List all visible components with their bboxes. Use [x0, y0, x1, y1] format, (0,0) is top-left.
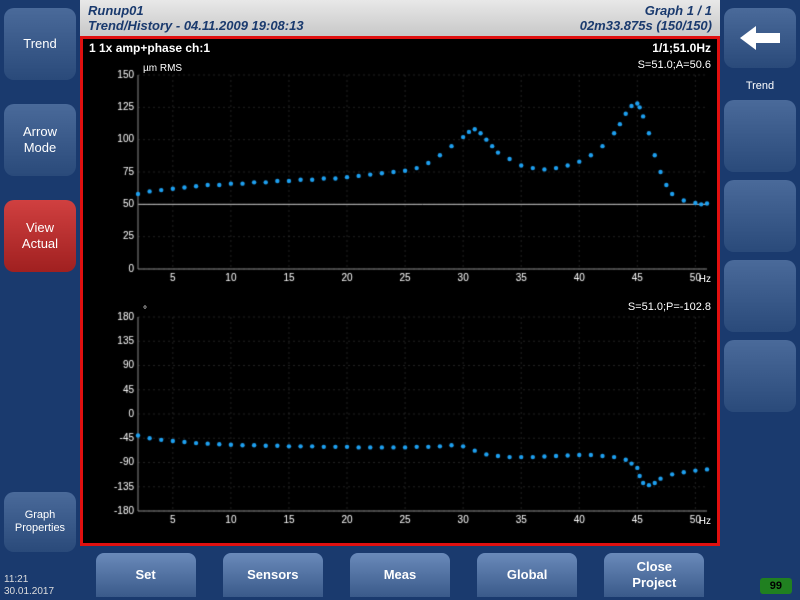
bottom-btn-set[interactable]: Set [96, 553, 196, 597]
chart-title-left: 1 1x amp+phase ch:1 [89, 41, 210, 55]
arrow-left-icon [740, 24, 780, 52]
timestamp: Trend/History - 04.11.2009 19:08:13 [88, 18, 304, 33]
chart0-annotation: S=51.0;A=50.6 [638, 59, 711, 71]
left-btn-trend[interactable]: Trend [4, 8, 76, 80]
right-slot-4[interactable] [724, 340, 796, 412]
bottom-btn-meas[interactable]: Meas [350, 553, 450, 597]
chart1-xlabel: Hz [699, 516, 711, 527]
amplitude-chart: µm RMS S=51.0;A=50.6 Hz [83, 57, 717, 299]
status-badge: 99 [760, 578, 792, 594]
chart1-annotation: S=51.0;P=-102.8 [628, 301, 711, 313]
left-btn-arrow-mode[interactable]: Arrow Mode [4, 104, 76, 176]
bottom-bar: Set Sensors Meas Global Close Project [80, 550, 720, 600]
right-slot-1[interactable] [724, 100, 796, 172]
elapsed: 02m33.875s (150/150) [580, 18, 712, 33]
graph-position: Graph 1 / 1 [645, 3, 712, 18]
left-btn-graph-properties[interactable]: Graph Properties [4, 492, 76, 552]
status-bar: 11:21 30.01.2017 [4, 574, 54, 598]
project-title: Runup01 [88, 3, 144, 18]
bottom-btn-sensors[interactable]: Sensors [223, 553, 323, 597]
status-time: 11:21 [4, 574, 54, 586]
right-slot-3[interactable] [724, 260, 796, 332]
plot-area: 1 1x amp+phase ch:1 1/1;51.0Hz µm RMS S=… [80, 36, 720, 546]
left-btn-view-actual[interactable]: View Actual [4, 200, 76, 272]
back-button[interactable] [724, 8, 796, 68]
right-sidebar-label: Trend [724, 80, 796, 92]
status-date: 30.01.2017 [4, 586, 54, 598]
right-slot-2[interactable] [724, 180, 796, 252]
chart0-xlabel: Hz [699, 274, 711, 285]
bottom-btn-close-project[interactable]: Close Project [604, 553, 704, 597]
bottom-btn-global[interactable]: Global [477, 553, 577, 597]
phase-chart: ° S=51.0;P=-102.8 Hz [83, 299, 717, 541]
chart-title-right: 1/1;51.0Hz [652, 41, 711, 55]
chart1-ylabel: ° [143, 305, 147, 316]
chart0-ylabel: µm RMS [143, 63, 182, 74]
header: Runup01 Graph 1 / 1 Trend/History - 04.1… [80, 0, 720, 36]
